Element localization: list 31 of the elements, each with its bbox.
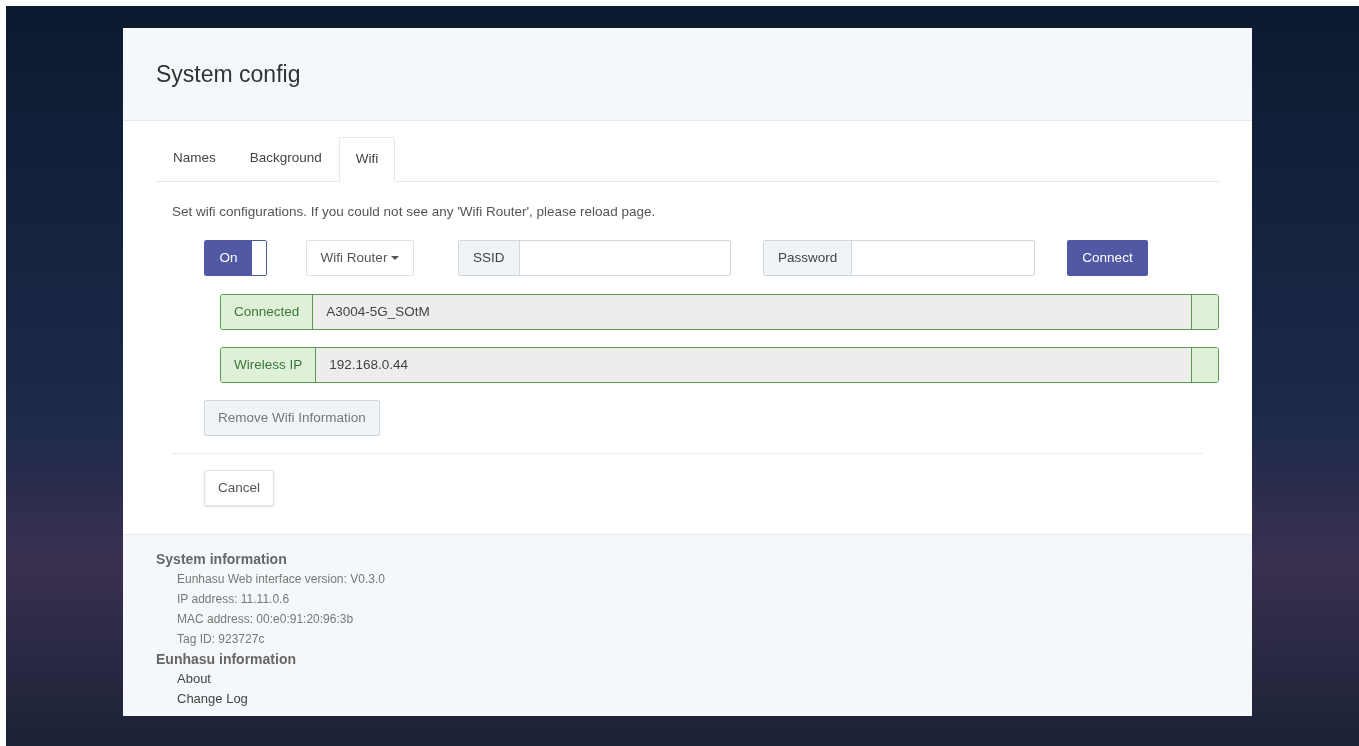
wifi-toggle[interactable]: On [204,240,267,277]
caret-icon [391,256,400,261]
remove-wifi-button[interactable]: Remove Wifi Information [204,400,380,437]
password-field[interactable]: Password [763,240,1035,277]
field-label: Connected [221,295,314,330]
info-text: IP address: 11.11.0.6 [177,591,290,608]
field-value: A3004-5G_SOtM [313,295,1192,330]
section-heading: Eunhasu information [156,650,297,669]
ssid-field[interactable]: SSID [458,240,731,277]
field-value: 192.168.0.44 [316,348,1192,383]
tab[interactable]: Wifi [338,137,396,182]
connect-button[interactable]: Connect [1067,240,1148,277]
field-addon [1192,295,1218,330]
field-addon [1192,348,1218,383]
field-label: Wireless IP [221,348,317,383]
cancel-button[interactable]: Cancel [204,470,275,507]
field-label: SSID [459,241,520,276]
footer-link[interactable]: Change Log [177,689,248,709]
info-text: Eunhasu Web interface version: V0.3.0 [177,571,385,588]
toggle-label: On [205,241,253,276]
description-text: Set wifi configurations. If you could not see any 'Wifi Router', please reload page. [172,203,657,221]
router-dropdown[interactable]: Wifi Router [306,240,414,277]
info-text: Tag ID: 923727c [177,631,265,648]
tab[interactable]: Background [232,136,339,181]
dialog-title: System config [156,59,301,89]
section-heading: System information [156,550,288,569]
dropdown-label: Wifi Router [320,249,388,268]
field-label: Password [764,241,853,276]
tab[interactable]: Names [156,136,233,181]
footer-link[interactable]: About [177,669,211,689]
info-text: MAC address: 00:e0:91:20:96:3b [177,611,354,628]
